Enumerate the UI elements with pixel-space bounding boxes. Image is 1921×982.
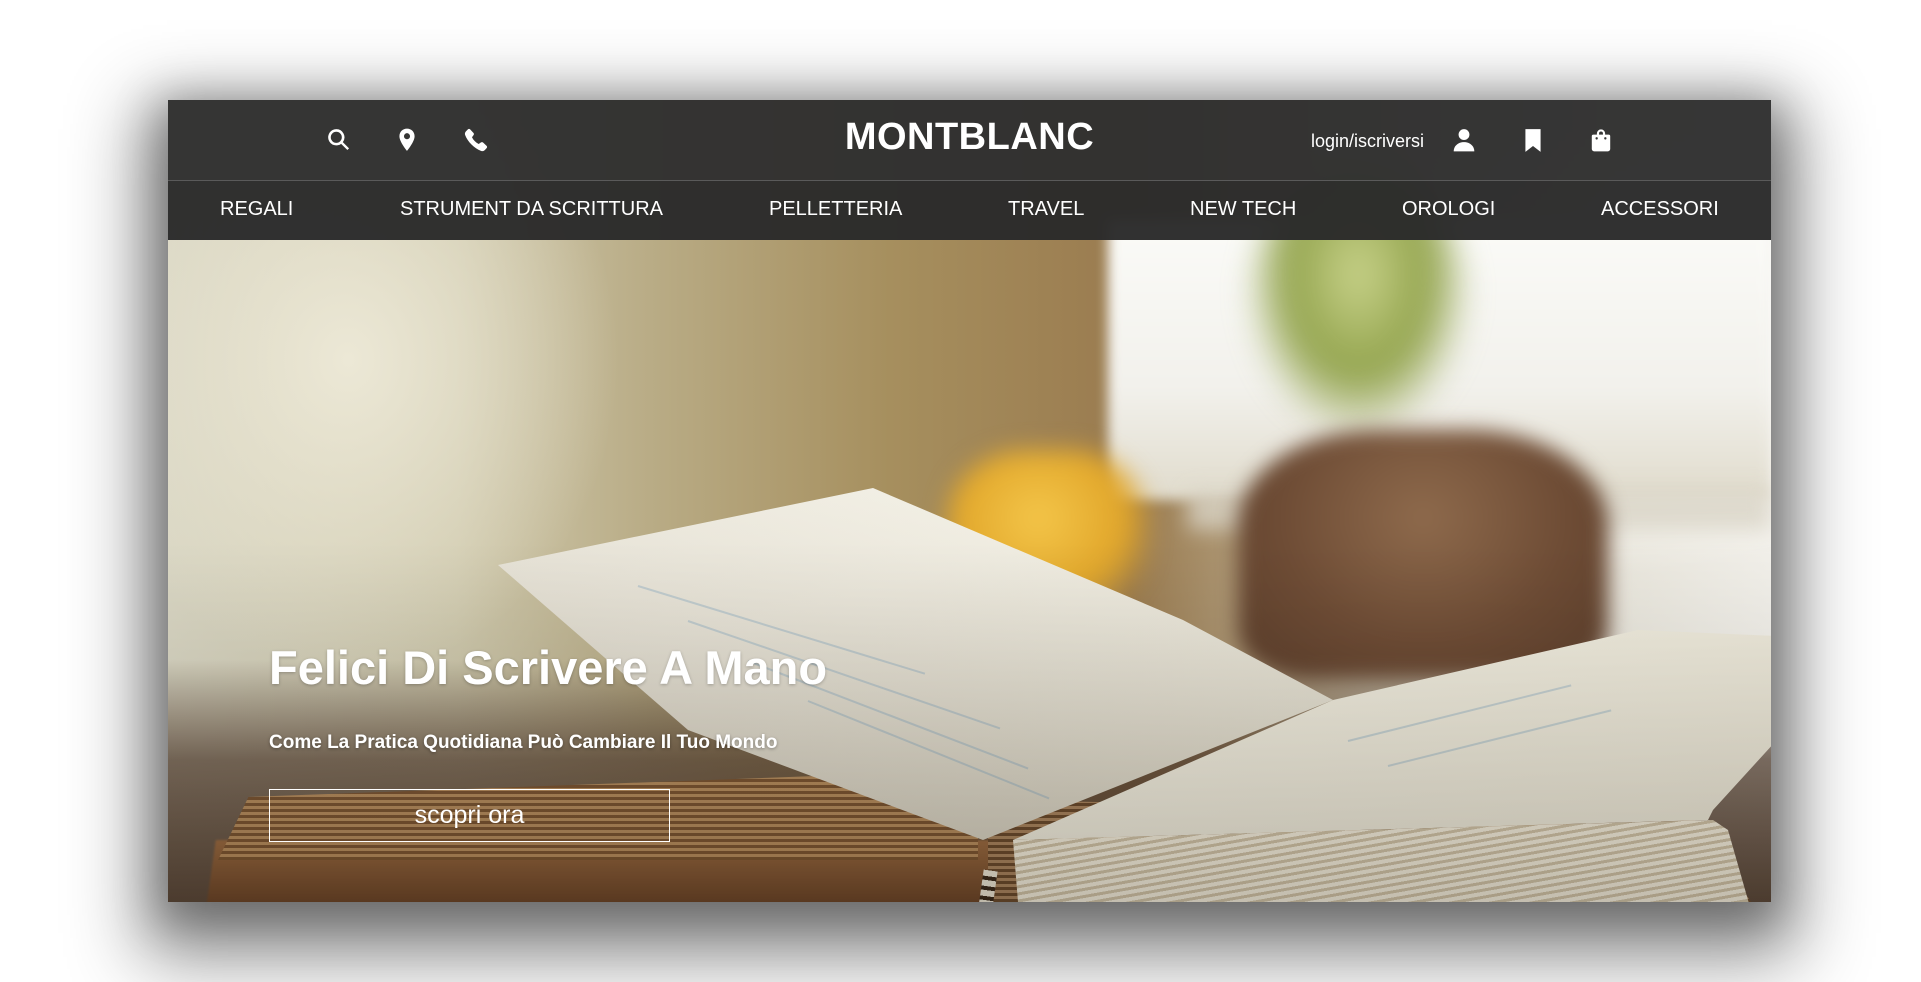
nav-item-travel[interactable]: TRAVEL	[1008, 198, 1084, 221]
phone-icon[interactable]	[458, 122, 494, 158]
browser-page: MONTBLANC login/iscriversi REGALI STRUME…	[168, 100, 1771, 902]
nav-item-new-tech[interactable]: NEW TECH	[1190, 198, 1296, 221]
nav-item-orologi[interactable]: OROLOGI	[1402, 198, 1495, 221]
login-signup-link[interactable]: login/iscriversi	[1311, 131, 1424, 152]
search-icon[interactable]	[321, 122, 357, 158]
hero-title: Felici Di Scrivere A Mano	[269, 641, 828, 694]
nav-item-regali[interactable]: REGALI	[220, 198, 293, 221]
brand-logo[interactable]: MONTBLANC	[845, 116, 1094, 158]
location-pin-icon[interactable]	[389, 122, 425, 158]
nav-item-strument-da-scrittura[interactable]: STRUMENT DA SCRITTURA	[400, 198, 663, 221]
user-icon[interactable]	[1446, 122, 1482, 158]
discover-now-button[interactable]: scopri ora	[269, 789, 670, 842]
bookmark-icon[interactable]	[1515, 122, 1551, 158]
top-header-bar: MONTBLANC login/iscriversi	[168, 100, 1771, 181]
main-navigation: REGALI STRUMENT DA SCRITTURA PELLETTERIA…	[168, 181, 1771, 240]
nav-item-pelletteria[interactable]: PELLETTERIA	[769, 198, 902, 221]
nav-item-accessori[interactable]: ACCESSORI	[1601, 198, 1719, 221]
shopping-bag-icon[interactable]	[1583, 122, 1619, 158]
hero-subtitle: Come La Pratica Quotidiana Può Cambiare …	[269, 732, 778, 753]
